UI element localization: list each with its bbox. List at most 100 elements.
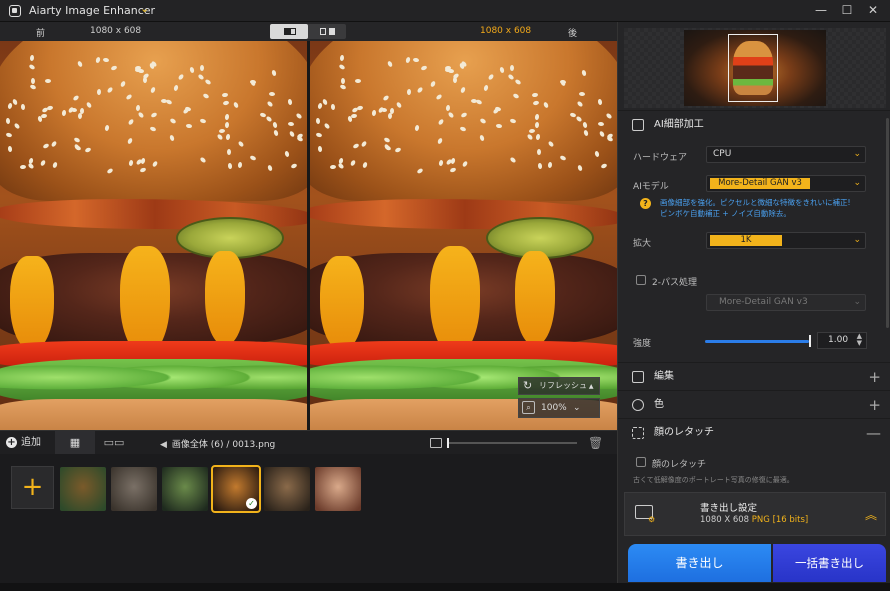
thumbnail-size-slider[interactable]: [447, 442, 577, 444]
grid-view-button[interactable]: ▦: [55, 431, 95, 455]
face-retouch-description: 古くて低解像度のポートレート写真の修復に最適。: [633, 476, 794, 484]
strength-label: 強度: [633, 339, 652, 349]
filmstrip-view-button[interactable]: ▭▭: [95, 431, 133, 455]
thumbnail-size-handle[interactable]: [447, 438, 449, 448]
side-by-side-view-button[interactable]: [308, 24, 346, 39]
before-size: 1080 x 608: [90, 26, 142, 36]
edit-icon: [632, 371, 644, 383]
expand-plus-icon[interactable]: +: [868, 391, 881, 419]
app-menu-chevron-icon[interactable]: ⌄: [140, 2, 149, 15]
face-retouch-checkbox[interactable]: [636, 457, 646, 467]
strength-slider-fill: [705, 340, 809, 343]
model-hint-line2: ピンボケ自動補正 + ノイズ自動除去。: [660, 209, 791, 218]
thumbnail-owl[interactable]: [111, 467, 157, 511]
hardware-value: CPU: [713, 149, 732, 159]
chevron-down-icon: ⌄: [573, 403, 581, 413]
trash-icon[interactable]: 🗑: [588, 436, 603, 450]
maximize-button[interactable]: ☐: [834, 1, 860, 19]
hardware-dropdown[interactable]: CPU ⌄: [706, 146, 866, 163]
two-pass-model-value: More-Detail GAN v3: [719, 297, 808, 307]
two-pass-label: 2-パス処理: [652, 278, 697, 288]
color-section[interactable]: 色 +: [618, 390, 890, 418]
after-label: 後: [568, 29, 578, 39]
palette-icon: [632, 399, 644, 411]
breadcrumb-all[interactable]: 画像全体 (6): [172, 440, 224, 450]
ai-detail-title: AI細部加工: [654, 119, 704, 130]
panel-scrollbar[interactable]: [886, 118, 889, 328]
face-icon: [632, 427, 644, 439]
edit-title: 編集: [654, 371, 674, 382]
refresh-label: リフレッシュ: [539, 381, 587, 390]
chevron-down-icon: ⌄: [853, 149, 861, 159]
edit-section[interactable]: 編集 +: [618, 362, 890, 390]
add-icon: +: [6, 437, 17, 448]
expand-plus-icon[interactable]: +: [868, 363, 881, 391]
chevron-down-icon: ⌄: [853, 178, 861, 188]
thumbnail-forest-scene[interactable]: [162, 467, 208, 511]
export-info: 1080 X 608 PNG [16 bits]: [700, 515, 808, 525]
chevron-down-icon: ⌄: [853, 235, 861, 245]
ai-model-label: AIモデル: [633, 182, 669, 192]
view-mode-toggle: [270, 24, 346, 39]
breadcrumb-sep: /: [226, 440, 230, 450]
color-title: 色: [654, 399, 664, 410]
preview-viewport-frame[interactable]: [728, 34, 778, 102]
file-bar: + 追加 ▦ ▭▭ ◀ 画像全体 (6) / 0013.png 🗑: [0, 430, 617, 455]
title-bar: Aiarty Image Enhancer ⌄ — ☐ ✕: [0, 0, 890, 22]
app-title: Aiarty Image Enhancer: [29, 4, 156, 17]
strength-slider-handle[interactable]: [809, 335, 811, 347]
close-button[interactable]: ✕: [860, 1, 886, 19]
app-logo-icon: [9, 5, 21, 17]
face-retouch-section[interactable]: 顔のレタッチ —: [618, 418, 890, 446]
help-icon[interactable]: ?: [640, 198, 651, 209]
preview-image: [684, 30, 826, 106]
scale-dropdown[interactable]: 1K ⌄: [706, 232, 866, 249]
ai-model-dropdown[interactable]: More-Detail GAN v3 ⌄: [706, 175, 866, 192]
ai-enhance-icon: [632, 119, 644, 131]
refresh-button[interactable]: ↻ リフレッシュ ▲: [518, 377, 600, 395]
export-bits: [16 bits]: [772, 515, 809, 525]
face-retouch-label: 顔のレタッチ: [652, 460, 707, 470]
thumbnail-strip: + ✓: [0, 454, 617, 583]
model-hint: 画像細部を強化。ピクセルと微細な特徴をきれいに補正! ピンボケ自動補正 + ノイ…: [660, 197, 885, 219]
scale-value: 1K: [710, 235, 782, 246]
batch-export-button[interactable]: 一括書き出し: [773, 544, 886, 582]
strength-input[interactable]: 1.00 ▲ ▼: [817, 332, 867, 349]
two-pass-checkbox[interactable]: [636, 275, 646, 285]
breadcrumb: ◀ 画像全体 (6) / 0013.png: [160, 437, 275, 450]
collapse-minus-icon[interactable]: —: [866, 419, 881, 447]
thumbnail-dog[interactable]: [264, 467, 310, 511]
status-bar: [0, 583, 890, 591]
export-settings-title: 書き出し設定: [700, 503, 758, 514]
thumbnail-burger[interactable]: ✓: [211, 465, 261, 513]
split-view-button[interactable]: [270, 24, 308, 39]
selected-check-icon: ✓: [246, 498, 257, 509]
add-image-button[interactable]: + 追加: [0, 431, 48, 455]
thumbnail-tiger[interactable]: [60, 467, 106, 511]
navigator-preview[interactable]: [624, 28, 886, 108]
chevron-up-double-icon[interactable]: ︽: [865, 506, 877, 523]
add-thumbnail-button[interactable]: +: [11, 466, 54, 509]
minimize-button[interactable]: —: [808, 1, 834, 19]
chevron-down-icon: ⌄: [853, 297, 861, 307]
thumbnail-size-icon: [430, 438, 442, 448]
zoom-magnifier-icon: ⌕: [522, 401, 535, 414]
strength-value: 1.00: [828, 335, 849, 345]
two-pass-model-dropdown[interactable]: More-Detail GAN v3 ⌄: [706, 294, 866, 311]
hardware-label: ハードウェア: [633, 153, 688, 163]
refresh-icon: ↻: [523, 379, 533, 392]
add-label: 追加: [21, 437, 41, 448]
after-image[interactable]: [310, 41, 617, 430]
back-arrow-icon[interactable]: ◀: [160, 440, 167, 450]
after-size: 1080 x 608: [480, 26, 532, 36]
before-image[interactable]: [0, 41, 307, 430]
export-settings[interactable]: ⚙ 書き出し設定 1080 X 608 PNG [16 bits] ︽: [624, 492, 886, 536]
export-button[interactable]: 書き出し: [628, 544, 771, 582]
ai-model-value: More-Detail GAN v3: [710, 178, 810, 189]
zoom-selector[interactable]: ⌕ 100% ⌄: [518, 398, 600, 418]
spinner-icon[interactable]: ▲ ▼: [857, 333, 862, 347]
ai-detail-section[interactable]: AI細部加工: [618, 110, 890, 138]
thumbnail-portrait[interactable]: [315, 467, 361, 511]
compare-header: 前 1080 x 608 1080 x 608 後: [0, 22, 617, 41]
zoom-value: 100%: [541, 403, 567, 413]
